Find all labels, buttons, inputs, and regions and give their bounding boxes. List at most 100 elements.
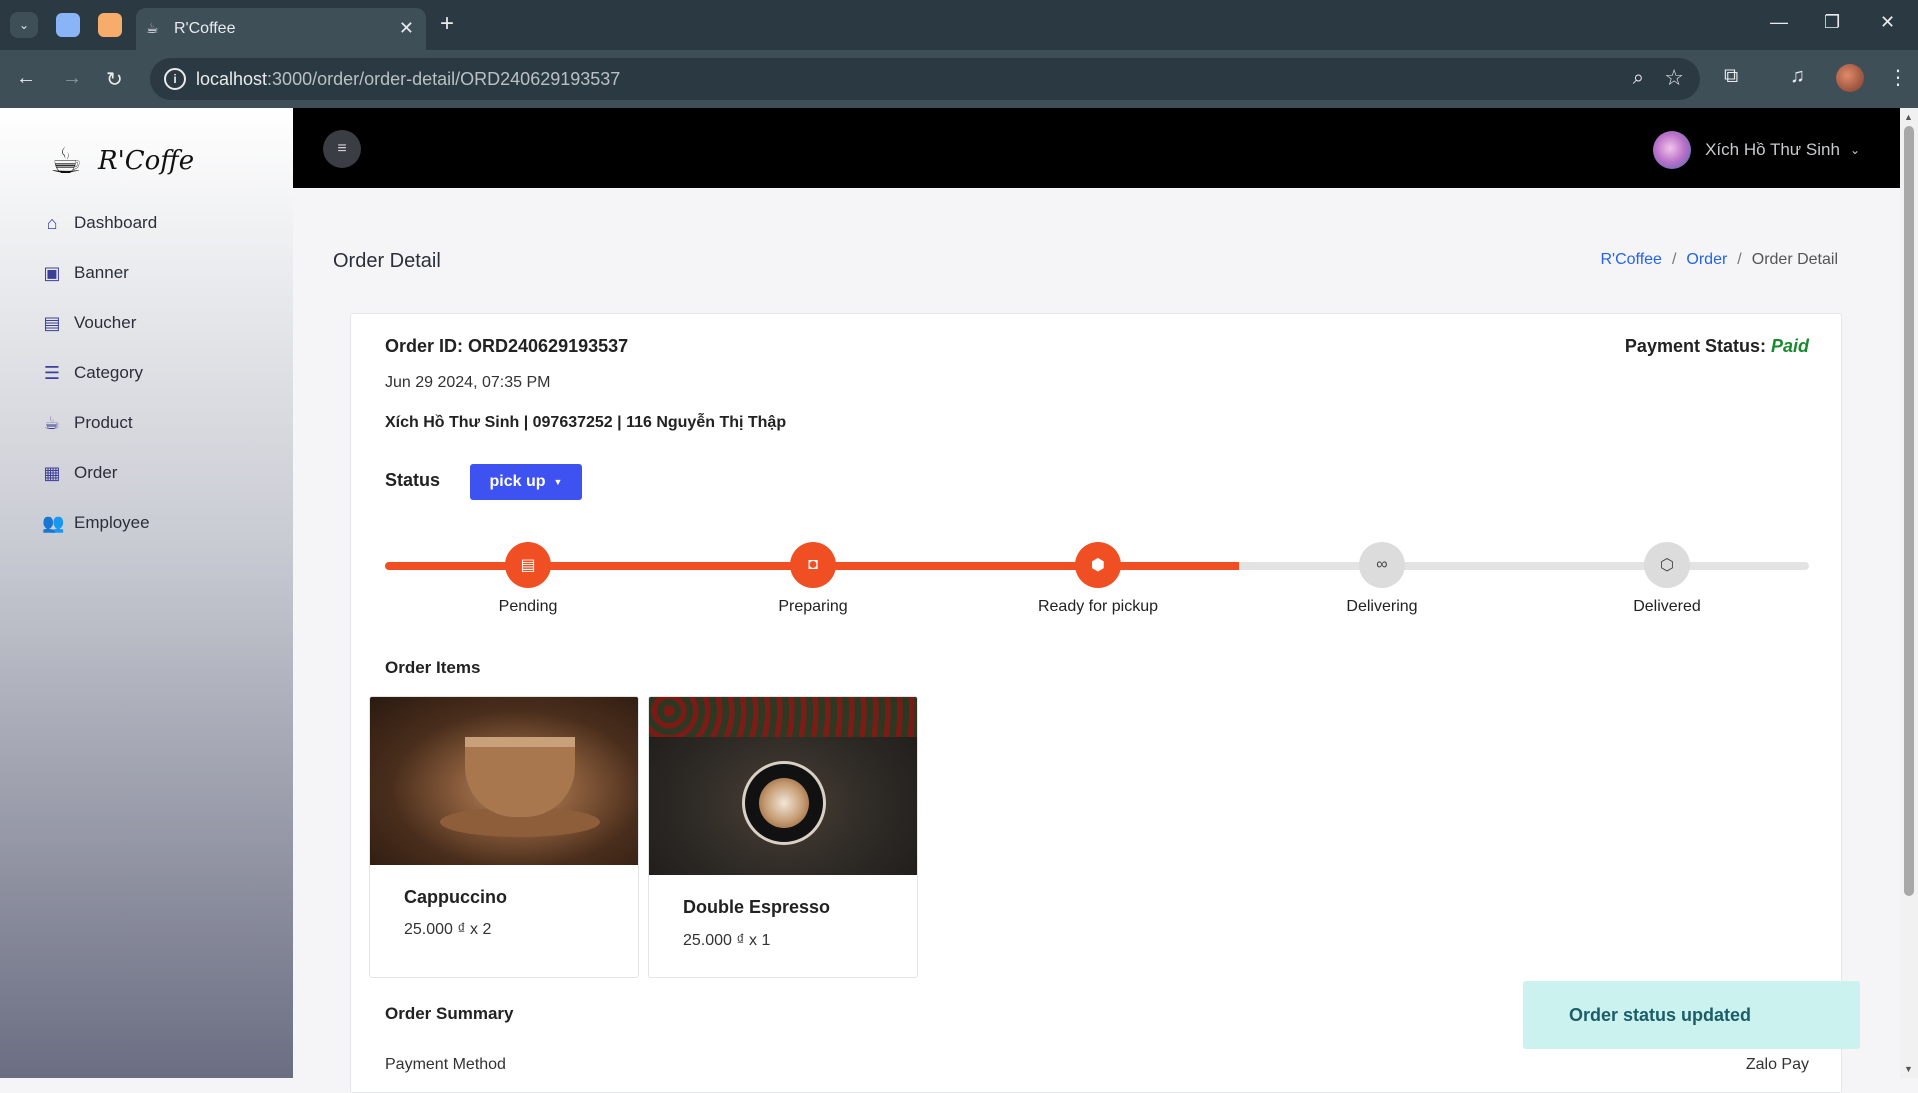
sidebar-item-label: Banner — [74, 263, 129, 282]
order-date: Jun 29 2024, 07:35 PM — [385, 374, 551, 391]
sidebar-item-label: Employee — [74, 513, 150, 532]
sidebar-item-label: Category — [74, 363, 143, 382]
tab-close-icon[interactable]: ✕ — [399, 18, 414, 39]
sidebar-nav: ⌂ Dashboard ▣ Banner ▤ Voucher ☰ Categor… — [0, 198, 293, 548]
status-label: Status — [385, 470, 441, 490]
cup-icon: ☕ — [43, 413, 61, 433]
image-icon: ▣ — [43, 263, 61, 283]
payment-method-value: Zalo Pay — [1745, 1056, 1809, 1073]
sidebar-item-voucher[interactable]: ▤ Voucher — [0, 298, 293, 348]
url-bar[interactable]: i localhost:3000/order/order-detail/ORD2… — [150, 58, 1700, 100]
user-name: Xích Hồ Thư Sinh — [1705, 140, 1840, 159]
pinned-tab-blue[interactable] — [56, 13, 80, 37]
cappuccino-image — [370, 697, 638, 865]
page-scrollbar[interactable]: ▲ ▼ — [1900, 108, 1918, 1078]
browser-address-bar: ← → ↻ i localhost:3000/order/order-detai… — [0, 50, 1918, 108]
item-price: 25.000 ₫ x 2 — [404, 921, 492, 938]
browser-tab-bar: ⌄ ☕ R'Coffee ✕ + — ❐ ✕ — [0, 0, 1918, 50]
ticket-icon: ▤ — [43, 313, 61, 333]
top-header: ≡ Xích Hồ Thư Sinh ⌄ — [293, 108, 1900, 188]
table-icon: ▦ — [43, 463, 61, 483]
payment-method-label: Payment Method — [385, 1056, 506, 1073]
step-label: Delivering — [1346, 598, 1418, 615]
payment-status-value: Paid — [1770, 336, 1809, 356]
order-id: Order ID: ORD240629193537 — [385, 336, 629, 356]
chevron-down-icon: ⌄ — [1849, 143, 1860, 157]
close-window-icon[interactable]: ✕ — [1880, 12, 1895, 33]
order-items-title: Order Items — [385, 658, 481, 677]
step-label: Delivered — [1633, 598, 1701, 615]
sidebar-item-label: Product — [74, 413, 133, 432]
toast-notification[interactable]: Order status updated — [1523, 981, 1860, 1049]
restore-window-icon[interactable]: ❐ — [1824, 12, 1840, 33]
media-control-icon[interactable]: ♫ — [1790, 65, 1805, 88]
page-title: Order Detail — [333, 250, 441, 272]
sidebar-item-category[interactable]: ☰ Category — [0, 348, 293, 398]
order-item-card[interactable]: Cappuccino 25.000 ₫ x 2 — [369, 696, 639, 978]
site-info-icon[interactable]: i — [164, 68, 186, 90]
package-icon: ⬡ — [1644, 542, 1690, 588]
order-item-card[interactable]: Double Espresso 25.000 ₫ x 1 — [648, 696, 918, 978]
browser-menu-icon[interactable]: ⋮ — [1888, 65, 1908, 90]
scroll-up-icon[interactable]: ▲ — [1904, 112, 1913, 122]
box-icon: ⬢ — [1075, 542, 1121, 588]
pinned-tab-orange[interactable] — [98, 13, 122, 37]
sidebar-item-product[interactable]: ☕ Product — [0, 398, 293, 448]
item-name: Cappuccino — [404, 887, 508, 907]
coffee-cup-logo-icon: ☕ — [50, 140, 83, 181]
avatar[interactable] — [1653, 131, 1692, 169]
scroll-down-icon[interactable]: ▼ — [1904, 1064, 1913, 1074]
item-name: Double Espresso — [683, 897, 831, 917]
users-icon: 👥 — [42, 513, 65, 533]
breadcrumb: R'Coffee / Order / Order Detail — [1600, 251, 1838, 269]
breadcrumb-separator: / — [1737, 251, 1742, 268]
minimize-window-icon[interactable]: — — [1770, 12, 1788, 33]
breadcrumb-order-link[interactable]: Order — [1686, 251, 1727, 269]
receipt-icon: ▤ — [505, 542, 551, 588]
status-dropdown-button[interactable]: pick up ▼ — [470, 464, 582, 500]
breadcrumb-home-link[interactable]: R'Coffee — [1600, 251, 1661, 269]
reload-icon[interactable]: ↻ — [106, 67, 123, 92]
breadcrumb-separator: / — [1671, 251, 1677, 268]
back-arrow-icon[interactable]: ← — [16, 67, 36, 90]
browser-profile-avatar[interactable] — [1836, 64, 1864, 92]
customer-info: Xích Hồ Thư Sinh | 097637252 | 116 Nguyễ… — [385, 414, 787, 431]
payment-status: Payment Status: Paid — [1625, 336, 1809, 357]
tab-title: R'Coffee — [174, 20, 236, 37]
sidebar-item-dashboard[interactable]: ⌂ Dashboard — [0, 198, 293, 248]
browser-tab-active[interactable]: ☕ R'Coffee ✕ — [136, 8, 426, 50]
menu-toggle-icon[interactable]: ≡ — [323, 130, 361, 168]
forward-arrow-icon[interactable]: → — [62, 67, 82, 90]
caret-down-icon: ▼ — [553, 477, 563, 487]
item-price: 25.000 ₫ x 1 — [683, 932, 771, 949]
toast-message: Order status updated — [1569, 1004, 1752, 1025]
url-text[interactable]: localhost:3000/order/order-detail/ORD240… — [196, 69, 620, 90]
kitchen-icon: ◘ — [790, 542, 836, 588]
sidebar-item-label: Order — [74, 463, 118, 482]
sidebar-item-order[interactable]: ▦ Order — [0, 448, 293, 498]
extensions-icon[interactable]: ⧉ — [1724, 65, 1738, 88]
user-menu[interactable]: Xích Hồ Thư Sinh ⌄ — [1653, 130, 1860, 170]
list-icon: ☰ — [43, 363, 61, 383]
step-label: Ready for pickup — [1037, 598, 1159, 615]
step-preparing: ◘ Preparing — [713, 542, 913, 616]
brand-name: R'Coffe — [98, 146, 195, 176]
zoom-icon[interactable]: ⌕ — [1633, 67, 1644, 90]
bookmark-star-icon[interactable]: ☆ — [1664, 65, 1684, 91]
status-dropdown-value: pick up — [489, 473, 546, 490]
breadcrumb-current: Order Detail — [1751, 251, 1838, 268]
step-pending: ▤ Pending — [428, 542, 628, 616]
sidebar-item-employee[interactable]: 👥 Employee — [0, 498, 293, 548]
step-label: Preparing — [778, 598, 848, 615]
order-detail-card: Order ID: ORD240629193537 Payment Status… — [350, 313, 1842, 1093]
sidebar-item-banner[interactable]: ▣ Banner — [0, 248, 293, 298]
bicycle-icon: ∞ — [1359, 542, 1405, 588]
sidebar-item-label: Voucher — [74, 313, 137, 332]
step-label: Pending — [498, 598, 558, 615]
step-delivered: ⬡ Delivered — [1567, 542, 1767, 616]
coffee-favicon-icon: ☕ — [146, 20, 159, 36]
tab-search-button[interactable]: ⌄ — [10, 12, 38, 38]
sidebar: ☕ R'Coffe ⌂ Dashboard ▣ Banner ▤ Voucher… — [0, 108, 293, 1078]
scrollbar-thumb[interactable] — [1904, 126, 1914, 896]
new-tab-button[interactable]: + — [440, 10, 454, 38]
